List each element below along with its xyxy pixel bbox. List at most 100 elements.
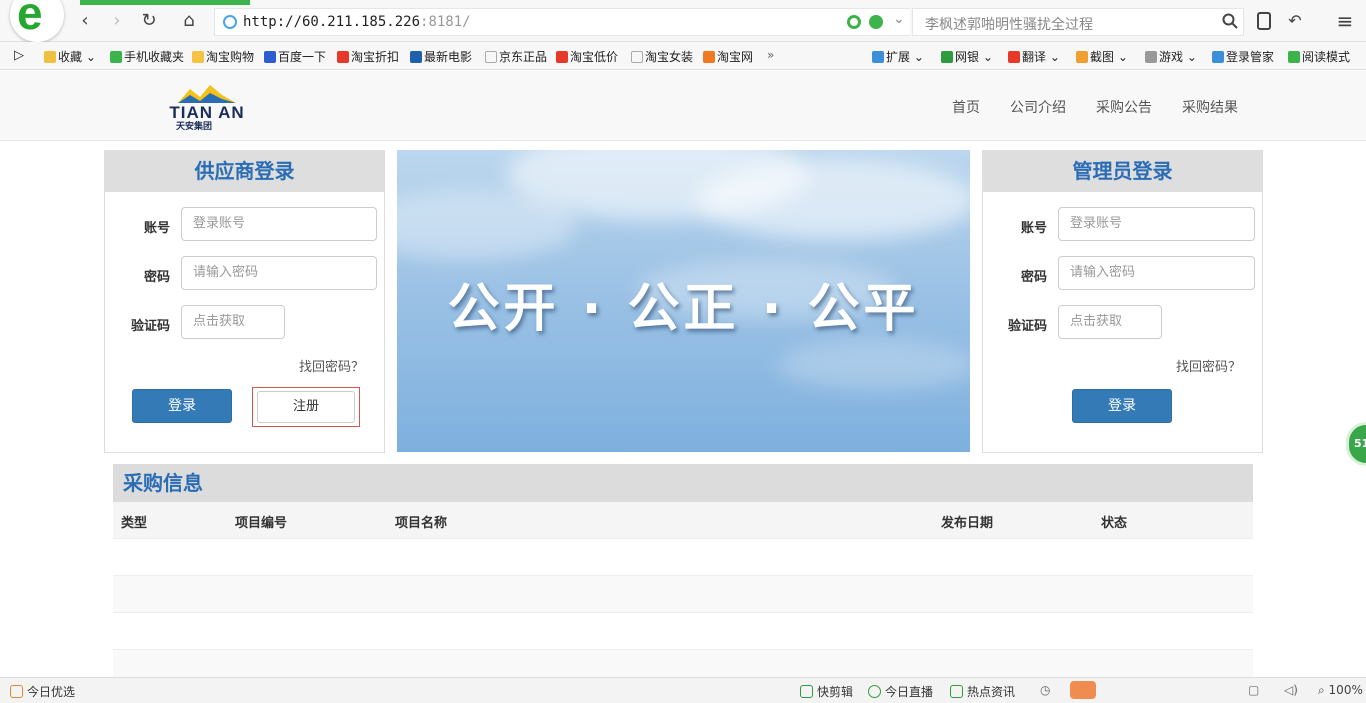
home-button[interactable]: ⌂ (178, 10, 200, 32)
captcha-label: 验证码 (130, 319, 170, 334)
supplier-account-input[interactable]: 登录账号 (181, 207, 377, 241)
netbank-menu[interactable]: 网银 ⌄ (941, 48, 993, 65)
taobao-icon (337, 51, 349, 63)
phone-icon (110, 51, 122, 63)
history-icon[interactable]: ◷ (1040, 683, 1050, 697)
admin-login-button[interactable]: 登录 (1072, 389, 1172, 423)
movie-icon (410, 51, 422, 63)
menu-button[interactable]: ≡ (1334, 10, 1356, 32)
bookmark-item[interactable]: 淘宝网 (703, 48, 753, 65)
supplier-login-button[interactable]: 登录 (132, 389, 232, 423)
search-input[interactable]: 李枫述郭啪明性骚扰全过程 (912, 8, 1244, 36)
folder-icon (192, 51, 204, 63)
account-label: 账号 (1020, 221, 1047, 236)
bookmark-item[interactable]: 淘宝折扣 (337, 48, 399, 65)
bookmark-item[interactable]: 京东正品 (485, 48, 547, 65)
admin-password-input[interactable]: 请输入密码 (1058, 256, 1255, 290)
admin-forgot-password-link[interactable]: 找回密码？ (1176, 356, 1241, 375)
brand-subtitle: 天安集团 (176, 122, 213, 132)
address-bar[interactable]: http://60.211.185.226:8181/ ⌄ (214, 8, 910, 36)
nav-announcements[interactable]: 采购公告 (1096, 97, 1152, 117)
procurement-title: 采购信息 (113, 464, 1253, 502)
ime-icon[interactable] (1070, 681, 1096, 699)
nav-about[interactable]: 公司介绍 (1010, 97, 1066, 117)
company-logo[interactable]: TIAN AN 天安集团 (152, 81, 262, 132)
hot-news[interactable]: 热点资讯 (950, 683, 1015, 700)
screenshot-menu[interactable]: 截图 ⌄ (1076, 48, 1128, 65)
today-picks[interactable]: 今日优选 (10, 683, 75, 700)
quick-clip[interactable]: 快剪辑 (800, 683, 853, 700)
search-icon[interactable] (1222, 13, 1238, 29)
column-project-name: 项目名称 (395, 516, 448, 531)
banner-image: 公开 · 公正 · 公平 (397, 150, 970, 452)
column-project-number: 项目编号 (235, 516, 288, 531)
column-type: 类型 (121, 516, 148, 531)
gift-icon (10, 685, 23, 698)
sidebar-toggle-icon[interactable]: ▷ (14, 48, 24, 63)
bookmark-item[interactable]: 淘宝女装 (631, 48, 693, 65)
login-manager[interactable]: 登录管家 (1212, 48, 1274, 65)
supplier-forgot-password-link[interactable]: 找回密码？ (299, 356, 364, 375)
bookmark-item[interactable]: 手机收藏夹 (110, 48, 184, 65)
table-row (113, 538, 1253, 575)
back-button[interactable]: ‹ (74, 10, 96, 32)
forward-button[interactable]: › (106, 10, 128, 32)
column-publish-date: 发布日期 (941, 516, 994, 531)
bookmark-item[interactable]: 收藏 ⌄ (44, 48, 96, 65)
page-icon (485, 51, 497, 63)
window-icon[interactable]: ▢ (1248, 683, 1259, 697)
admin-captcha-input[interactable]: 点击获取 (1058, 305, 1162, 339)
supplier-login-panel: 供应商登录 账号 登录账号 密码 请输入密码 验证码 点击获取 找回密码？ 登录… (104, 150, 385, 453)
nav-home[interactable]: 首页 (952, 97, 980, 117)
translate-menu[interactable]: 翻译 ⌄ (1008, 48, 1060, 65)
account-label: 账号 (143, 221, 170, 236)
undo-close-icon[interactable]: ↶ (1284, 10, 1306, 32)
taobao-icon (703, 51, 715, 63)
star-icon (44, 51, 56, 63)
site-header: TIAN AN 天安集团 首页 公司介绍 采购公告 采购结果 (0, 71, 1366, 141)
scissors-icon (1076, 51, 1088, 63)
games-menu[interactable]: 游戏 ⌄ (1145, 48, 1197, 65)
baidu-icon (264, 51, 276, 63)
captcha-label: 验证码 (1007, 319, 1047, 334)
browser-toolbar: e ‹ › ↻ ⌂ http://60.211.185.226:8181/ ⌄ … (0, 0, 1366, 42)
more-bookmarks-icon[interactable]: » (767, 48, 774, 62)
security-icon[interactable] (847, 15, 861, 29)
supplier-register-button[interactable]: 注册 (257, 391, 355, 423)
book-icon (1288, 51, 1300, 63)
password-label: 密码 (1020, 270, 1047, 285)
taobao-icon (556, 51, 568, 63)
live-stream[interactable]: 今日直播 (868, 683, 933, 700)
browser-status-bar: 今日优选 快剪辑 今日直播 热点资讯 ◷ ▢ ◁) ⌕ 100% (0, 677, 1366, 703)
bookmark-item[interactable]: 最新电影 (410, 48, 472, 65)
bookmark-item[interactable]: 淘宝低价 (556, 48, 618, 65)
supplier-login-title: 供应商登录 (105, 151, 384, 192)
admin-login-panel: 管理员登录 账号 登录账号 密码 请输入密码 验证码 点击获取 找回密码？ 登录 (982, 150, 1263, 453)
nav-results[interactable]: 采购结果 (1182, 97, 1238, 117)
extension-menu[interactable]: 扩展 ⌄ (872, 48, 924, 65)
chevron-down-icon[interactable]: ⌄ (893, 11, 905, 27)
play-icon (868, 685, 881, 698)
supplier-password-input[interactable]: 请输入密码 (181, 256, 377, 290)
zoom-level[interactable]: ⌕ 100% (1318, 683, 1363, 698)
bookmark-item[interactable]: 淘宝购物 (192, 48, 254, 65)
mobile-icon[interactable] (1257, 12, 1271, 30)
browser-logo-icon[interactable]: e (10, 0, 64, 42)
speed-icon[interactable] (869, 15, 883, 29)
refresh-button[interactable]: ↻ (138, 10, 160, 32)
reading-mode[interactable]: 阅读模式 (1288, 48, 1350, 65)
side-float-badge[interactable]: 51 (1346, 422, 1366, 466)
procurement-section: 采购信息 类型 项目编号 项目名称 发布日期 状态 (113, 464, 1253, 686)
password-label: 密码 (143, 270, 170, 285)
volume-icon[interactable]: ◁) (1284, 683, 1298, 697)
table-row (113, 612, 1253, 649)
admin-account-input[interactable]: 登录账号 (1058, 207, 1255, 241)
bookmark-item[interactable]: 百度一下 (264, 48, 326, 65)
bank-icon (941, 51, 953, 63)
column-status: 状态 (1101, 516, 1128, 531)
supplier-captcha-input[interactable]: 点击获取 (181, 305, 285, 339)
table-row (113, 575, 1253, 612)
news-icon (950, 685, 963, 698)
page-icon (631, 51, 643, 63)
procurement-table-header: 类型 项目编号 项目名称 发布日期 状态 (113, 502, 1253, 538)
